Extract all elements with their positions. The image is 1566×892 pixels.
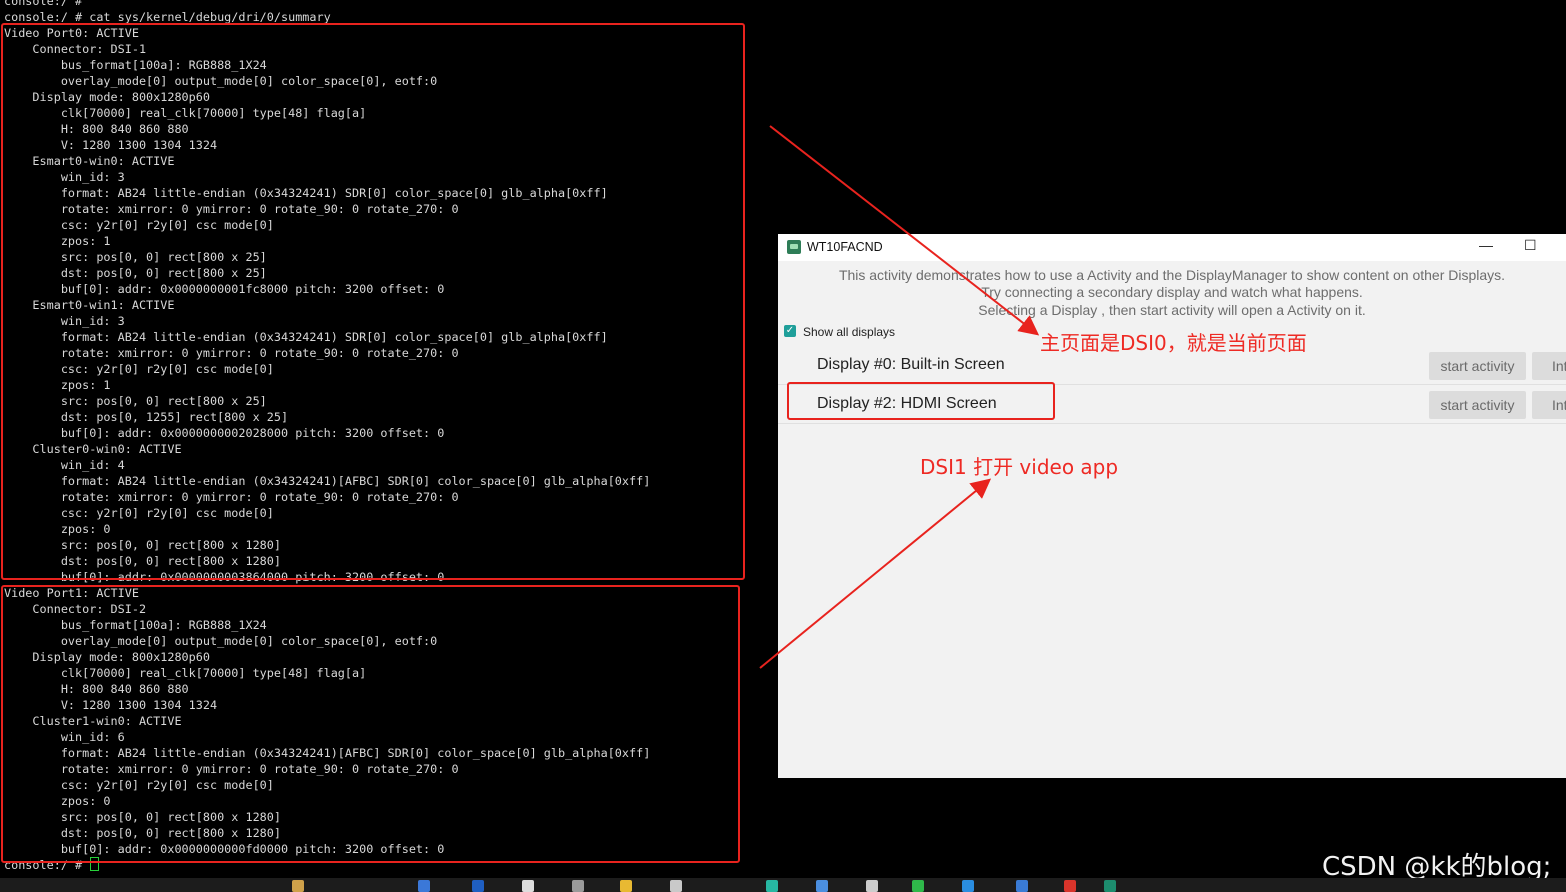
annotation-arrows [759,125,1040,669]
taskbar-app-icon[interactable] [1064,880,1076,892]
arrow-to-main-page-annotation [769,125,1040,336]
taskbar-app-icon[interactable] [472,880,484,892]
taskbar-app-icon[interactable] [292,880,304,892]
taskbar-app-icon[interactable] [522,880,534,892]
taskbar-app-icon[interactable] [912,880,924,892]
taskbar-app-icon[interactable] [766,880,778,892]
taskbar-app-icon[interactable] [816,880,828,892]
taskbar-app-icon[interactable] [572,880,584,892]
taskbar-app-icon[interactable] [866,880,878,892]
taskbar [0,878,1566,892]
taskbar-app-icon[interactable] [418,880,430,892]
taskbar-app-icon[interactable] [670,880,682,892]
taskbar-app-icon[interactable] [1016,880,1028,892]
taskbar-app-icon[interactable] [620,880,632,892]
taskbar-app-icon[interactable] [1104,880,1116,892]
arrow-to-dsi1-annotation [759,478,992,669]
taskbar-app-icon[interactable] [962,880,974,892]
